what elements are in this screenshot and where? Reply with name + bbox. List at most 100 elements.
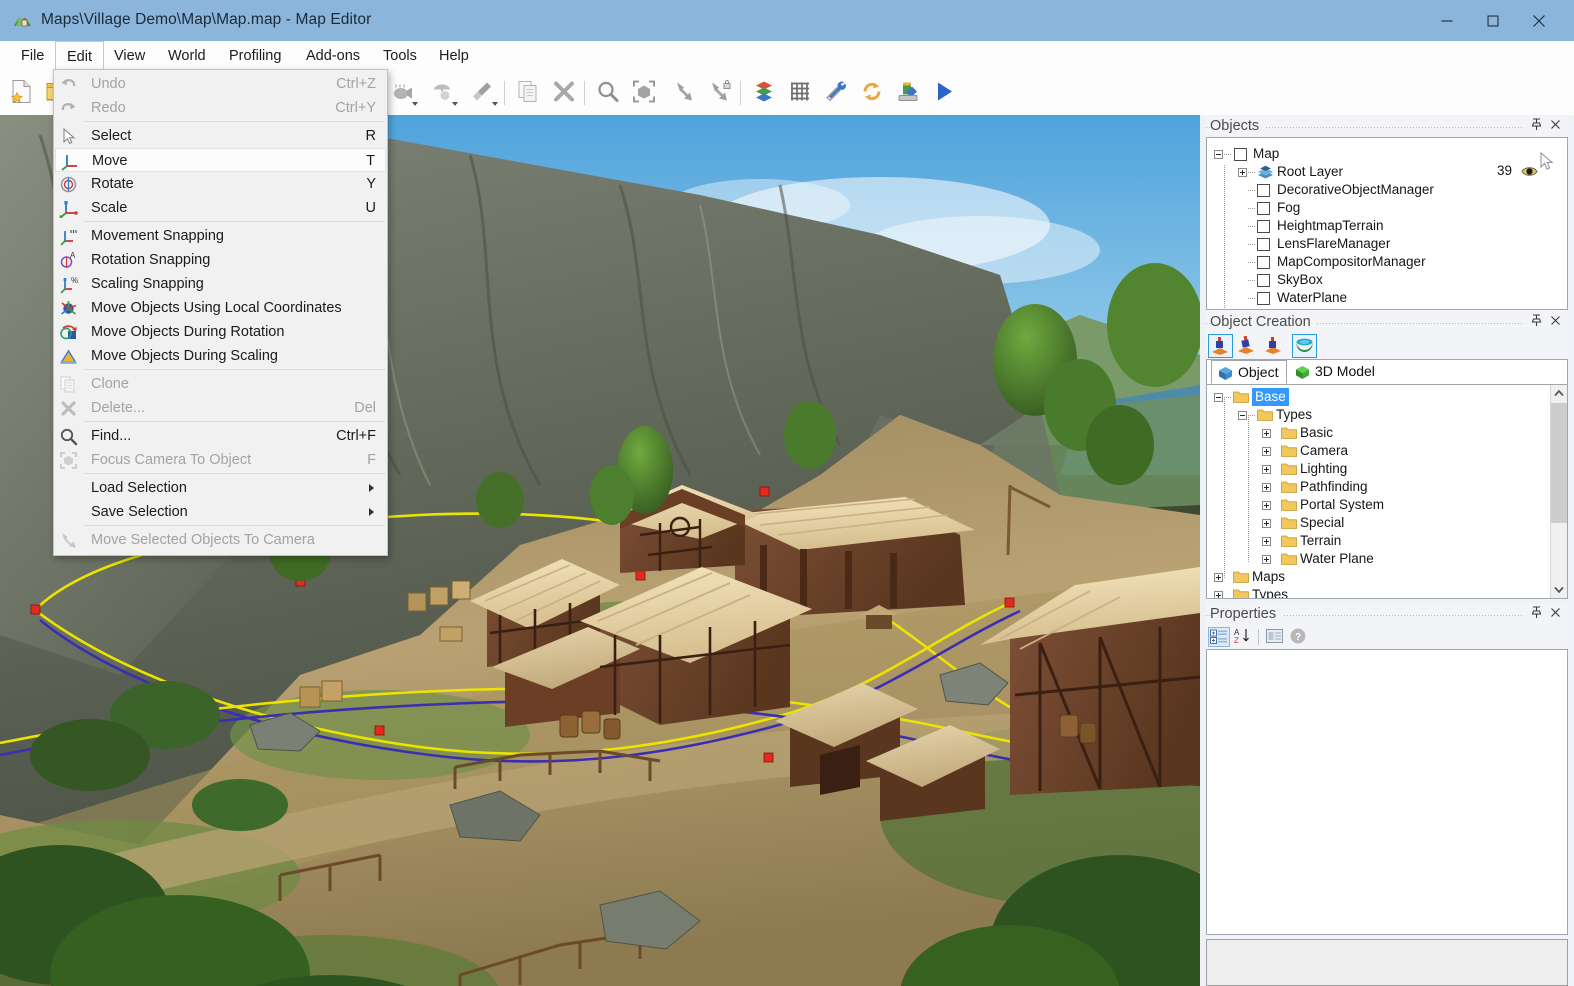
map-checkbox[interactable] (1234, 148, 1247, 161)
focus-camera-button[interactable] (626, 75, 662, 111)
menu-item-find[interactable]: Find... Ctrl+F (55, 424, 386, 448)
delete-button[interactable] (546, 75, 582, 111)
camera-expander[interactable] (1262, 447, 1271, 456)
tab-object[interactable]: Object (1211, 360, 1288, 384)
waterplane-checkbox[interactable] (1257, 292, 1270, 305)
menu-item-move-selected-objects-to-camera[interactable]: Move Selected Objects To Camera (55, 528, 386, 552)
reload-button[interactable] (854, 75, 890, 111)
water-plane-expander[interactable] (1262, 555, 1271, 564)
create-object-button[interactable] (1208, 334, 1233, 358)
lighting-expander[interactable] (1262, 465, 1271, 474)
menu-file[interactable]: File (10, 41, 55, 71)
menu-item-delete[interactable]: Delete... Del (55, 396, 386, 420)
alphabetical-button[interactable]: A Z (1232, 627, 1254, 647)
map-expander[interactable] (1214, 150, 1223, 159)
lighting-button[interactable] (424, 75, 460, 111)
move-to-camera-button[interactable] (666, 75, 702, 111)
menu-profiling[interactable]: Profiling (218, 41, 292, 71)
categorized-button[interactable] (1208, 627, 1230, 647)
menu-help[interactable]: Help (428, 41, 480, 71)
menu-item-load-selection[interactable]: Load Selection (55, 476, 386, 500)
menu-item-rotate[interactable]: Rotate Y (55, 172, 386, 196)
objects-panel-close-button[interactable] (1548, 117, 1565, 134)
object-creation-body[interactable]: Object 3D Model Base Types Basic Camera … (1206, 359, 1568, 599)
menu-item-focus-camera-to-object[interactable]: Focus Camera To Object F (55, 448, 386, 472)
basic-expander[interactable] (1262, 429, 1271, 438)
settings-button[interactable] (818, 75, 854, 111)
tab-object-label: Object (1238, 364, 1279, 380)
menu-addons[interactable]: Add-ons (295, 41, 371, 71)
object-creation-tree[interactable]: Base Types Basic Camera Lighting Pathfin… (1207, 385, 1550, 598)
menu-edit[interactable]: Edit (55, 41, 104, 72)
menu-world[interactable]: World (157, 41, 217, 71)
properties-panel-pin-button[interactable] (1529, 605, 1546, 622)
menu-item-move[interactable]: Move T (55, 148, 386, 172)
terrain-expander[interactable] (1262, 537, 1271, 546)
find-button[interactable] (590, 75, 626, 111)
menu-item-select[interactable]: Select R (55, 124, 386, 148)
layer-icon (1257, 165, 1274, 179)
portal-system-expander[interactable] (1262, 501, 1271, 510)
pathfinding-expander[interactable] (1262, 483, 1271, 492)
special-expander[interactable] (1262, 519, 1271, 528)
objects-panel-pin-button[interactable] (1529, 117, 1546, 134)
menu-item-scale[interactable]: Scale U (55, 196, 386, 220)
menu-item-move-objects-during-scaling[interactable]: Move Objects During Scaling (55, 344, 386, 368)
types-root-expander[interactable] (1214, 591, 1223, 598)
mapcompositormanager-checkbox[interactable] (1257, 256, 1270, 269)
object-creation-panel-pin-button[interactable] (1529, 313, 1546, 330)
camera-button[interactable] (384, 75, 420, 111)
toolbar-separator (584, 81, 585, 105)
scroll-up-arrow-icon[interactable] (1551, 385, 1567, 402)
heightmapterrain-checkbox[interactable] (1257, 220, 1270, 233)
menu-item-move-objects-during-rotation[interactable]: Move Objects During Rotation (55, 320, 386, 344)
skybox-checkbox[interactable] (1257, 274, 1270, 287)
tab-3d-model[interactable]: 3D Model (1289, 360, 1383, 384)
create-water-button[interactable] (1292, 334, 1317, 358)
scroll-down-arrow-icon[interactable] (1551, 581, 1567, 598)
objects-tree-body[interactable]: Map Root Layer 39 DecorativeObjectManage… (1206, 137, 1568, 310)
chevron-down-icon[interactable] (412, 102, 418, 106)
menu-item-undo[interactable]: Undo Ctrl+Z (55, 72, 386, 96)
base-expander[interactable] (1214, 393, 1223, 402)
create-object-drop-button[interactable] (1262, 334, 1287, 358)
scrollbar-thumb[interactable] (1551, 403, 1567, 523)
chevron-down-icon[interactable] (492, 102, 498, 106)
menu-view[interactable]: View (103, 41, 156, 71)
object-creation-scrollbar[interactable] (1550, 385, 1567, 598)
new-map-button[interactable] (4, 75, 40, 111)
root-layer-expander[interactable] (1238, 168, 1247, 177)
object-creation-panel-close-button[interactable] (1548, 313, 1565, 330)
build-button[interactable] (890, 75, 926, 111)
menu-item-rotation-snapping[interactable]: A Rotation Snapping (55, 248, 386, 272)
lock-move-to-camera-button[interactable] (702, 75, 738, 111)
types-expander[interactable] (1238, 411, 1247, 420)
edit-menu-dropdown[interactable]: Undo Ctrl+Z Redo Ctrl+Y Select R Move T … (53, 69, 388, 556)
clone-button[interactable] (510, 75, 546, 111)
menu-item-scaling-snapping[interactable]: % Scaling Snapping (55, 272, 386, 296)
menu-item-movement-snapping[interactable]: Movement Snapping (55, 224, 386, 248)
chevron-down-icon[interactable] (452, 102, 458, 106)
maps-expander[interactable] (1214, 573, 1223, 582)
create-object-align-button[interactable] (1235, 334, 1260, 358)
decorativeobjectmanager-checkbox[interactable] (1257, 184, 1270, 197)
properties-grid[interactable] (1206, 649, 1568, 935)
help-button[interactable]: ? (1288, 627, 1310, 647)
close-button[interactable] (1516, 0, 1562, 41)
menu-tools[interactable]: Tools (372, 41, 428, 71)
play-button[interactable] (926, 75, 962, 111)
paint-button[interactable] (464, 75, 500, 111)
fog-checkbox[interactable] (1257, 202, 1270, 215)
minimize-button[interactable] (1424, 0, 1470, 41)
menu-item-clone[interactable]: Clone (55, 372, 386, 396)
eye-icon[interactable] (1521, 165, 1538, 181)
grid-button[interactable] (782, 75, 818, 111)
layers-button[interactable] (746, 75, 782, 111)
maximize-button[interactable] (1470, 0, 1516, 41)
menu-item-redo[interactable]: Redo Ctrl+Y (55, 96, 386, 120)
menu-item-save-selection[interactable]: Save Selection (55, 500, 386, 524)
properties-panel-close-button[interactable] (1548, 605, 1565, 622)
lensflaremanager-checkbox[interactable] (1257, 238, 1270, 251)
menu-item-move-objects-using-local-coordinates[interactable]: Move Objects Using Local Coordinates (55, 296, 386, 320)
property-pages-button[interactable] (1264, 627, 1286, 647)
